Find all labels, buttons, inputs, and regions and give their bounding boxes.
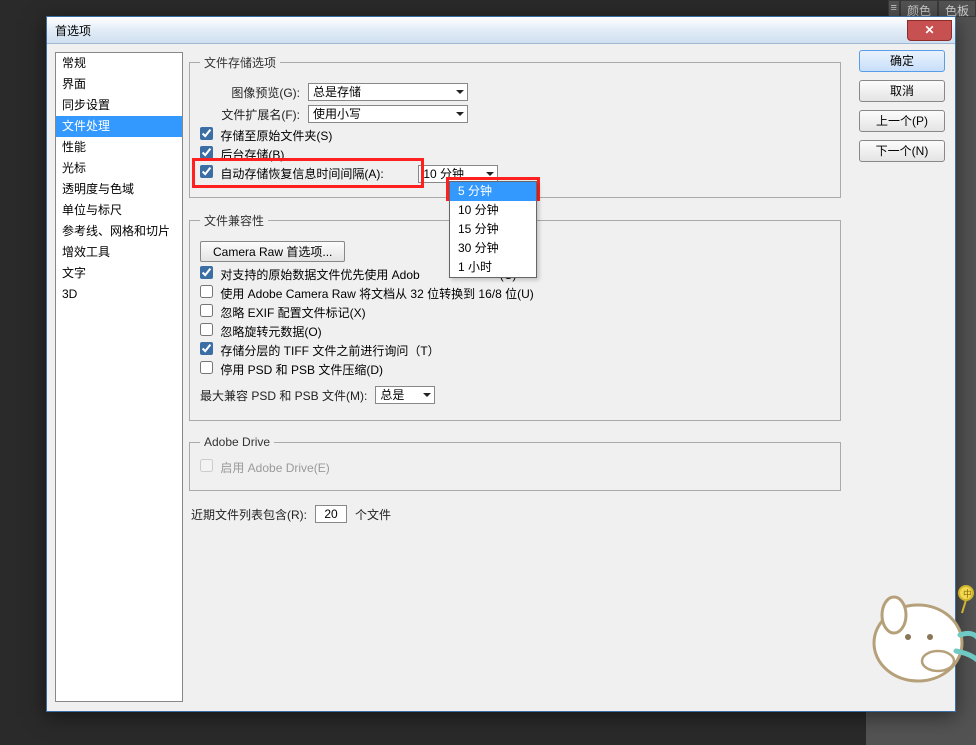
autosave-option-30min[interactable]: 30 分钟 [450,239,536,258]
ask-tiff-label: 存储分层的 TIFF 文件之前进行询问（T） [220,344,439,358]
dialog-actions: 确定 取消 上一个(P) 下一个(N) [859,50,945,162]
sidebar-item-units[interactable]: 单位与标尺 [56,200,182,221]
ignore-exif-label: 忽略 EXIF 配置文件标记(X) [220,306,365,320]
image-preview-combo[interactable]: 总是存储 [308,83,468,101]
disable-psd-compress-checkbox[interactable] [200,361,213,374]
sidebar-item-plugins[interactable]: 增效工具 [56,242,182,263]
autosave-option-5min[interactable]: 5 分钟 [450,182,536,201]
group-saving-options-legend: 文件存储选项 [200,54,280,71]
autosave-dropdown[interactable]: 5 分钟 10 分钟 15 分钟 30 分钟 1 小时 [449,181,537,278]
max-compat-combo[interactable]: 总是 [375,386,435,404]
autosave-label: 自动存储恢复信息时间间隔(A): [220,167,383,181]
save-original-folder-checkbox[interactable] [200,127,213,140]
image-preview-label: 图像预览(G): [200,84,300,101]
sidebar-item-interface[interactable]: 界面 [56,74,182,95]
bg-tab-color[interactable]: 颜色 [900,0,938,17]
sidebar-item-transparency[interactable]: 透明度与色域 [56,179,182,200]
enable-adobe-drive-label: 启用 Adobe Drive(E) [220,461,329,475]
file-ext-combo[interactable]: 使用小写 [308,105,468,123]
autosave-option-10min[interactable]: 10 分钟 [450,201,536,220]
sidebar-item-general[interactable]: 常规 [56,53,182,74]
cancel-button[interactable]: 取消 [859,80,945,102]
sidebar-item-file-handling[interactable]: 文件处理 [56,116,182,137]
file-ext-label: 文件扩展名(F): [200,106,300,123]
preferences-sidebar[interactable]: 常规 界面 同步设置 文件处理 性能 光标 透明度与色域 单位与标尺 参考线、网… [55,52,183,702]
ignore-exif-checkbox[interactable] [200,304,213,317]
autosave-option-15min[interactable]: 15 分钟 [450,220,536,239]
titlebar: 首选项 ✕ [47,17,955,44]
ignore-rotation-label: 忽略旋转元数据(O) [220,325,321,339]
close-button[interactable]: ✕ [907,20,952,41]
sidebar-item-sync[interactable]: 同步设置 [56,95,182,116]
camera-raw-prefs-button[interactable]: Camera Raw 首选项... [200,241,345,262]
ask-tiff-checkbox[interactable] [200,342,213,355]
sidebar-item-cursors[interactable]: 光标 [56,158,182,179]
close-icon: ✕ [924,23,934,37]
preferences-content: 确定 取消 上一个(P) 下一个(N) 文件存储选项 图像预览(G): 总是存储… [183,44,955,710]
save-original-folder-label: 存储至原始文件夹(S) [220,129,332,143]
bg-panel-tabs: ≡ 颜色 色板 [888,0,976,17]
prev-button[interactable]: 上一个(P) [859,110,945,132]
group-saving-options: 文件存储选项 图像预览(G): 总是存储 文件扩展名(F): 使用小写 存储至原… [189,54,841,198]
sidebar-item-performance[interactable]: 性能 [56,137,182,158]
dialog-title: 首选项 [47,22,91,39]
background-save-label: 后台存储(B) [220,148,284,162]
next-button[interactable]: 下一个(N) [859,140,945,162]
autosave-checkbox[interactable] [200,165,213,178]
convert-32bit-checkbox[interactable] [200,285,213,298]
background-save-checkbox[interactable] [200,146,213,159]
recent-files-input[interactable] [315,505,347,523]
convert-32bit-label: 使用 Adobe Camera Raw 将文档从 32 位转换到 16/8 位(… [220,287,533,301]
sidebar-item-3d[interactable]: 3D [56,284,182,305]
ignore-rotation-checkbox[interactable] [200,323,213,336]
max-compat-label: 最大兼容 PSD 和 PSB 文件(M): [200,387,367,404]
recent-files-suffix: 个文件 [355,506,391,523]
enable-adobe-drive-checkbox [200,459,213,472]
bg-hamburger-icon: ≡ [888,0,900,17]
sidebar-item-guides[interactable]: 参考线、网格和切片 [56,221,182,242]
ok-button[interactable]: 确定 [859,50,945,72]
bg-tab-swatches[interactable]: 色板 [938,0,976,17]
recent-files-prefix: 近期文件列表包含(R): [191,506,307,523]
prefer-raw-checkbox[interactable] [200,266,213,279]
autosave-option-1hr[interactable]: 1 小时 [450,258,536,277]
group-adobe-drive-legend: Adobe Drive [200,435,274,449]
preferences-dialog: 首选项 ✕ 常规 界面 同步设置 文件处理 性能 光标 透明度与色域 单位与标尺… [46,16,956,712]
group-compatibility-legend: 文件兼容性 [200,212,268,229]
sidebar-item-type[interactable]: 文字 [56,263,182,284]
group-adobe-drive: Adobe Drive 启用 Adobe Drive(E) [189,435,841,491]
disable-psd-compress-label: 停用 PSD 和 PSB 文件压缩(D) [220,363,383,377]
